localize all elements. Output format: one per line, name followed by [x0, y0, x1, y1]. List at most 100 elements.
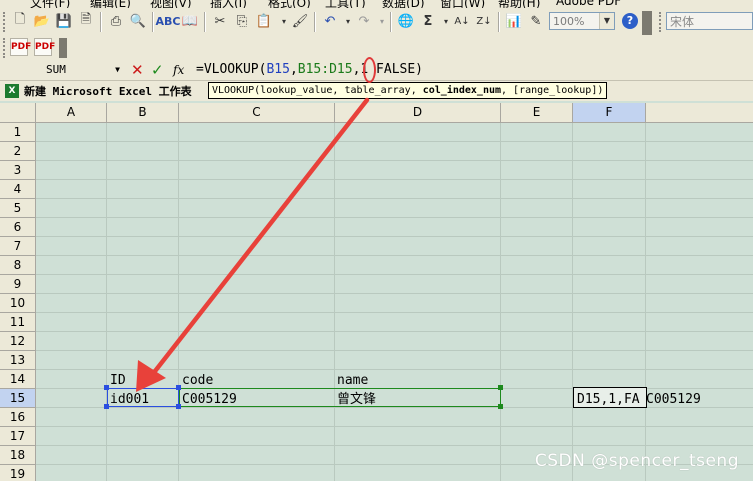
new-file-icon[interactable]: 🗋 — [10, 11, 30, 31]
row-header-17[interactable]: 17 — [0, 427, 36, 446]
menu-insert[interactable]: 插入(I) — [210, 0, 247, 8]
workbook-title: 新建 Microsoft Excel 工作表 — [24, 85, 192, 98]
column-header-a[interactable]: A — [36, 103, 107, 123]
range-handle[interactable] — [498, 404, 503, 409]
enter-icon[interactable]: ✓ — [151, 62, 164, 78]
watermark: CSDN @spencer_tseng — [534, 451, 739, 471]
redo-dropdown-icon[interactable]: ▾ — [372, 11, 392, 31]
row-header-4[interactable]: 4 — [0, 180, 36, 199]
copy-icon[interactable]: ⎘ — [232, 11, 252, 31]
toolbar-options-icon[interactable] — [59, 38, 67, 58]
row-header-8[interactable]: 8 — [0, 256, 36, 275]
spelling-icon[interactable]: ABC — [156, 11, 181, 31]
formula-input[interactable]: =VLOOKUP(B15,B15:D15,1 FALSE) — [196, 60, 423, 80]
save-icon[interactable]: 💾 — [54, 11, 74, 31]
hyperlink-icon[interactable]: 🌐 — [396, 11, 416, 31]
gridline — [36, 217, 753, 218]
gridline — [36, 141, 753, 142]
menu-adobe-pdf[interactable]: Adobe PDF — [556, 0, 621, 8]
chevron-down-icon[interactable]: ▼ — [599, 13, 614, 29]
column-header-b[interactable]: B — [107, 103, 179, 123]
row-header-9[interactable]: 9 — [0, 275, 36, 294]
format-painter-icon[interactable]: 🖌 — [290, 11, 310, 31]
row-header-18[interactable]: 18 — [0, 446, 36, 465]
toolbar-grip[interactable] — [3, 38, 8, 58]
row-header-3[interactable]: 3 — [0, 161, 36, 180]
menu-edit[interactable]: 编辑(E) — [90, 0, 131, 8]
row-header-6[interactable]: 6 — [0, 218, 36, 237]
sort-descending-icon[interactable]: Z↓ — [474, 11, 494, 31]
menu-view[interactable]: 视图(V) — [150, 0, 192, 8]
range-handle[interactable] — [104, 385, 109, 390]
excel-icon[interactable]: X — [5, 84, 19, 98]
open-folder-icon[interactable]: 📂 — [32, 11, 52, 31]
gridline — [36, 312, 753, 313]
row-header-13[interactable]: 13 — [0, 351, 36, 370]
gridline — [178, 123, 179, 481]
row-header-15[interactable]: 15 — [0, 389, 36, 408]
toolbar-options-icon[interactable] — [642, 11, 652, 35]
worksheet-grid[interactable]: A B C D E F 1 2 3 4 5 6 7 8 9 10 11 12 1… — [0, 101, 753, 481]
row-header-5[interactable]: 5 — [0, 199, 36, 218]
toolbar-separator — [314, 12, 316, 32]
chart-wizard-icon[interactable]: 📊 — [504, 11, 524, 31]
insert-function-icon[interactable]: fx — [173, 63, 184, 77]
print-icon[interactable]: ⎙ — [106, 11, 126, 31]
font-name-select[interactable]: 宋体 — [666, 12, 753, 30]
gridline — [36, 236, 753, 237]
range-handle[interactable] — [176, 385, 181, 390]
row-header-7[interactable]: 7 — [0, 237, 36, 256]
undo-icon[interactable]: ↶ — [320, 11, 340, 31]
autosum-icon[interactable]: Σ — [418, 11, 438, 31]
range-handle[interactable] — [176, 404, 181, 409]
convert-and-email-pdf-icon[interactable]: PDF — [34, 38, 55, 56]
paste-icon[interactable]: 📋 — [254, 11, 274, 31]
tooltip-arg-col-index[interactable]: col_index_num — [423, 85, 501, 96]
name-box[interactable]: SUM ▼ — [2, 60, 124, 80]
column-header-c[interactable]: C — [179, 103, 335, 123]
toolbar-grip[interactable] — [3, 12, 8, 32]
zoom-value: 100% — [553, 15, 585, 28]
menu-tools[interactable]: 工具(T) — [325, 0, 366, 8]
column-header-d[interactable]: D — [335, 103, 501, 123]
range-handle[interactable] — [104, 404, 109, 409]
row-header-1[interactable]: 1 — [0, 123, 36, 142]
menu-window[interactable]: 窗口(W) — [440, 0, 485, 8]
select-all-corner[interactable] — [0, 103, 36, 123]
permission-icon[interactable]: 🗎 — [76, 11, 96, 31]
row-header-19[interactable]: 19 — [0, 465, 36, 481]
name-box-value: SUM — [46, 63, 66, 76]
redo-icon[interactable]: ↷ — [354, 11, 374, 31]
cancel-icon[interactable]: ✕ — [131, 62, 144, 78]
row-header-12[interactable]: 12 — [0, 332, 36, 351]
help-icon[interactable]: ? — [622, 13, 638, 29]
row-header-16[interactable]: 16 — [0, 408, 36, 427]
formula-bar: SUM ▼ ✕ ✓ fx =VLOOKUP(B15,B15:D15,1 FALS… — [0, 60, 753, 80]
tooltip-arg-range[interactable]: , [range_lookup]) — [501, 85, 603, 96]
sort-ascending-icon[interactable]: A↓ — [452, 11, 472, 31]
row-header-14[interactable]: 14 — [0, 370, 36, 389]
chevron-down-icon[interactable]: ▼ — [115, 60, 120, 80]
gridline — [334, 123, 335, 481]
convert-to-pdf-icon[interactable]: PDF — [10, 38, 31, 56]
annotation-circle — [363, 57, 376, 83]
row-header-2[interactable]: 2 — [0, 142, 36, 161]
toolbar-grip[interactable] — [659, 12, 664, 32]
cut-icon[interactable]: ✂ — [210, 11, 230, 31]
row-header-10[interactable]: 10 — [0, 294, 36, 313]
menu-file[interactable]: 文件(F) — [30, 0, 70, 8]
research-icon[interactable]: 📖 — [180, 11, 200, 31]
column-header-f[interactable]: F — [573, 103, 646, 123]
column-header-e[interactable]: E — [501, 103, 573, 123]
tooltip-arg-table[interactable]: , table_array, — [332, 85, 422, 96]
standard-toolbar: 🗋 📂 💾 🗎 ⎙ 🔍 ABC 📖 ✂ ⎘ 📋 ▾ 🖌 ↶ ▾ ↷ ▾ 🌐 Σ … — [0, 8, 753, 37]
drawing-icon[interactable]: ✎ — [526, 11, 546, 31]
menu-help[interactable]: 帮助(H) — [498, 0, 540, 8]
menu-data[interactable]: 数据(D) — [382, 0, 425, 8]
print-preview-icon[interactable]: 🔍 — [128, 11, 148, 31]
range-handle[interactable] — [498, 385, 503, 390]
row-header-11[interactable]: 11 — [0, 313, 36, 332]
menu-format[interactable]: 格式(O) — [268, 0, 311, 8]
tooltip-arg-lookup[interactable]: lookup_value — [260, 85, 332, 96]
zoom-select[interactable]: 100% ▼ — [549, 12, 615, 30]
